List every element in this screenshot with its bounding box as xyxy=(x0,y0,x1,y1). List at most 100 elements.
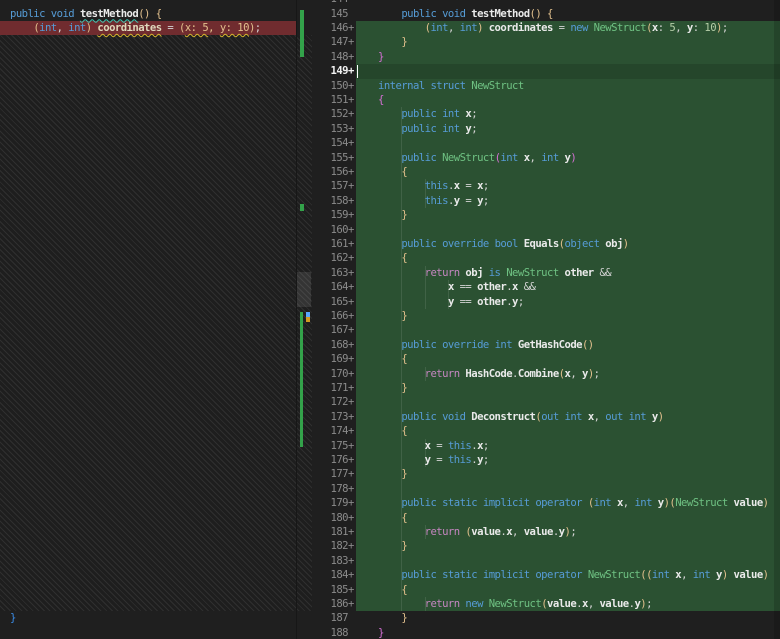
code-line-182[interactable]: } xyxy=(378,539,407,553)
line-number-172[interactable]: 172+ xyxy=(312,395,356,409)
code-line-158[interactable]: this.y = y; xyxy=(378,194,489,208)
token: ; xyxy=(594,368,600,380)
line-number-175[interactable]: 175+ xyxy=(312,439,356,453)
line-number-174[interactable]: 174+ xyxy=(312,424,356,438)
token: int xyxy=(460,22,477,34)
line-number-185[interactable]: 185+ xyxy=(312,583,356,597)
code-line-161[interactable]: public override bool Equals(object obj) xyxy=(378,237,629,251)
code-line-176[interactable]: y = this.y; xyxy=(378,453,489,467)
line-number-177[interactable]: 177+ xyxy=(312,467,356,481)
code-line-153[interactable]: public int y; xyxy=(378,122,477,136)
overview-ruler[interactable] xyxy=(296,0,312,639)
code-line-177[interactable]: } xyxy=(378,467,407,481)
line-number-171[interactable]: 171+ xyxy=(312,381,356,395)
line-number-157[interactable]: 157+ xyxy=(312,179,356,193)
line-number-173[interactable]: 173+ xyxy=(312,410,356,424)
line-number-179[interactable]: 179+ xyxy=(312,496,356,510)
token xyxy=(378,584,401,596)
line-number-152[interactable]: 152+ xyxy=(312,107,356,121)
code-line-185[interactable]: { xyxy=(378,583,407,597)
code-line-145[interactable]: public void testMethod() { xyxy=(10,7,162,21)
line-number-155[interactable]: 155+ xyxy=(312,151,356,165)
code-line-147[interactable]: } xyxy=(378,35,407,49)
line-number-163[interactable]: 163+ xyxy=(312,266,356,280)
line-number-153[interactable]: 153+ xyxy=(312,122,356,136)
line-number-145[interactable]: 145 xyxy=(312,7,356,21)
code-line-163[interactable]: return obj is NewStruct other && xyxy=(378,266,611,280)
line-number-178[interactable]: 178+ xyxy=(312,482,356,496)
code-line-146[interactable]: (int, int) coordinates = (x: 5, y: 10); xyxy=(10,21,261,35)
line-number-162[interactable]: 162+ xyxy=(312,251,356,265)
code-line-188[interactable]: } xyxy=(378,626,384,639)
code-line-166[interactable]: } xyxy=(378,309,407,323)
line-number-180[interactable]: 180+ xyxy=(312,511,356,525)
line-number-169[interactable]: 169+ xyxy=(312,352,356,366)
line-number-text: 152 xyxy=(312,107,348,121)
code-line-187[interactable]: } xyxy=(10,611,16,625)
line-number-158[interactable]: 158+ xyxy=(312,194,356,208)
line-number-168[interactable]: 168+ xyxy=(312,338,356,352)
code-line-179[interactable]: public static implicit operator (int x, … xyxy=(378,496,768,510)
code-line-159[interactable]: } xyxy=(378,208,407,222)
token: Deconstruct xyxy=(471,411,535,423)
line-number-165[interactable]: 165+ xyxy=(312,295,356,309)
code-line-150[interactable]: internal struct NewStruct xyxy=(378,79,524,93)
line-number-186[interactable]: 186+ xyxy=(312,597,356,611)
line-number-156[interactable]: 156+ xyxy=(312,165,356,179)
line-number-154[interactable]: 154+ xyxy=(312,136,356,150)
code-line-168[interactable]: public override int GetHashCode() xyxy=(378,338,594,352)
line-number-187[interactable]: 187 xyxy=(312,611,356,625)
code-line-165[interactable]: y == other.y; xyxy=(378,295,524,309)
code-line-180[interactable]: { xyxy=(378,511,407,525)
code-line-157[interactable]: this.x = x; xyxy=(378,179,489,193)
code-line-155[interactable]: public NewStruct(int x, int y) xyxy=(378,151,576,165)
line-number-181[interactable]: 181+ xyxy=(312,525,356,539)
code-line-146[interactable]: (int, int) coordinates = new NewStruct(x… xyxy=(378,21,728,35)
code-line-169[interactable]: { xyxy=(378,352,407,366)
code-line-186[interactable]: return new NewStruct(value.x, value.y); xyxy=(378,597,652,611)
token xyxy=(378,440,425,452)
line-number-150[interactable]: 150+ xyxy=(312,79,356,93)
line-number-188[interactable]: 188 xyxy=(312,626,356,639)
code-line-148[interactable]: } xyxy=(378,50,384,64)
added-line-plus: + xyxy=(348,338,355,352)
code-line-170[interactable]: return HashCode.Combine(x, y); xyxy=(378,367,599,381)
code-line-152[interactable]: public int x; xyxy=(378,107,477,121)
line-number-149[interactable]: 149+ xyxy=(312,64,356,78)
line-number-148[interactable]: 148+ xyxy=(312,50,356,64)
line-number-167[interactable]: 167+ xyxy=(312,323,356,337)
code-line-173[interactable]: public void Deconstruct(out int x, out i… xyxy=(378,410,664,424)
added-line-plus: + xyxy=(348,251,355,265)
line-number-144[interactable]: 144 xyxy=(312,0,356,7)
line-number-159[interactable]: 159+ xyxy=(312,208,356,222)
code-line-164[interactable]: x == other.x && xyxy=(378,280,535,294)
line-number-184[interactable]: 184+ xyxy=(312,568,356,582)
line-number-176[interactable]: 176+ xyxy=(312,453,356,467)
line-number-151[interactable]: 151+ xyxy=(312,93,356,107)
modified-code-pane[interactable]: public void testMethod() { (int, int) co… xyxy=(356,0,780,639)
code-line-174[interactable]: { xyxy=(378,424,407,438)
token xyxy=(378,425,401,437)
line-number-166[interactable]: 166+ xyxy=(312,309,356,323)
line-number-170[interactable]: 170+ xyxy=(312,367,356,381)
code-line-175[interactable]: x = this.x; xyxy=(378,439,489,453)
line-number-147[interactable]: 147+ xyxy=(312,35,356,49)
scrollbar-thumb[interactable] xyxy=(297,272,311,307)
line-number-164[interactable]: 164+ xyxy=(312,280,356,294)
code-line-181[interactable]: return (value.x, value.y); xyxy=(378,525,576,539)
added-line-plus: + xyxy=(348,93,355,107)
code-line-145[interactable]: public void testMethod() { xyxy=(378,7,553,21)
code-line-162[interactable]: { xyxy=(378,251,407,265)
token: == xyxy=(454,296,477,308)
line-number-146[interactable]: 146+ xyxy=(312,21,356,35)
line-number-182[interactable]: 182+ xyxy=(312,539,356,553)
code-line-171[interactable]: } xyxy=(378,381,407,395)
line-number-183[interactable]: 183+ xyxy=(312,554,356,568)
token: value xyxy=(547,598,576,610)
code-line-187[interactable]: } xyxy=(378,611,407,625)
line-number-161[interactable]: 161+ xyxy=(312,237,356,251)
code-line-156[interactable]: { xyxy=(378,165,407,179)
code-line-151[interactable]: { xyxy=(378,93,384,107)
code-line-184[interactable]: public static implicit operator NewStruc… xyxy=(378,568,768,582)
line-number-160[interactable]: 160+ xyxy=(312,223,356,237)
